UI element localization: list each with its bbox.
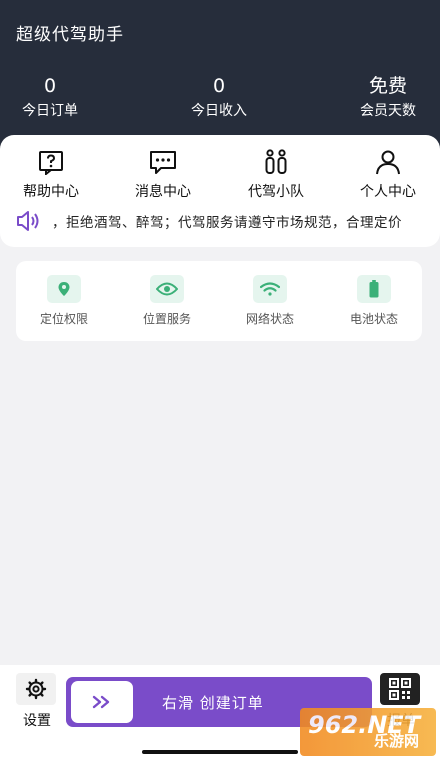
team-icon	[231, 147, 321, 177]
nav-help-center[interactable]: 帮助中心	[6, 147, 96, 201]
nav-driver-team[interactable]: 代驾小队	[231, 147, 321, 201]
person-icon	[343, 147, 433, 177]
nav-label: 消息中心	[135, 184, 191, 200]
double-chevron-right-icon	[92, 695, 110, 709]
stat-member-days[interactable]: 免费 会员天数	[333, 74, 440, 120]
battery-icon	[357, 275, 391, 303]
perm-location[interactable]: 定位权限	[19, 275, 109, 327]
watermark-logo: 962.NET 乐游网	[300, 708, 436, 756]
perm-label: 电池状态	[349, 312, 398, 326]
perm-label: 定位权限	[39, 312, 88, 326]
message-icon	[118, 147, 208, 177]
app-title: 超级代驾助手	[16, 25, 124, 45]
slider-knob[interactable]	[71, 681, 133, 723]
home-indicator[interactable]	[142, 750, 298, 754]
notice-text: ，拒绝酒驾、醉驾；代驾服务请遵守市场规范，合理定价	[52, 215, 402, 231]
stat-label: 今日订单	[22, 103, 78, 119]
permission-card: 定位权限 位置服务 网络状态 电池状态	[16, 261, 422, 341]
location-icon	[47, 275, 81, 303]
perm-network-status[interactable]: 网络状态	[225, 275, 315, 327]
nav-message-center[interactable]: 消息中心	[118, 147, 208, 201]
nav-label: 代驾小队	[248, 184, 304, 200]
perm-battery-status[interactable]: 电池状态	[329, 275, 419, 327]
nav-label: 帮助中心	[23, 184, 79, 200]
perm-location-service[interactable]: 位置服务	[122, 275, 212, 327]
perm-label: 网络状态	[245, 312, 294, 326]
settings-button[interactable]: 设置	[16, 673, 58, 730]
eye-icon	[150, 275, 184, 303]
nav-personal-center[interactable]: 个人中心	[343, 147, 433, 201]
watermark-name: 乐游网	[374, 732, 420, 750]
gear-icon	[16, 673, 56, 705]
settings-label: 设置	[23, 713, 51, 729]
notice-bar[interactable]: ，拒绝酒驾、醉驾；代驾服务请遵守市场规范，合理定价	[16, 208, 424, 234]
stat-label: 今日收入	[191, 103, 247, 119]
qr-code-icon	[380, 673, 420, 705]
stat-value: 免费	[368, 75, 407, 97]
nav-label: 个人中心	[360, 184, 416, 200]
stat-value: 0	[212, 75, 226, 97]
stat-today-orders[interactable]: 0 今日订单	[0, 74, 105, 120]
stat-today-income[interactable]: 0 今日收入	[164, 74, 274, 120]
slider-text: 右滑 创建订单	[162, 694, 264, 712]
wifi-icon	[253, 275, 287, 303]
perm-label: 位置服务	[142, 312, 191, 326]
help-icon	[6, 147, 96, 177]
speaker-icon	[16, 211, 42, 231]
stat-label: 会员天数	[360, 103, 416, 119]
stat-value: 0	[43, 75, 57, 97]
